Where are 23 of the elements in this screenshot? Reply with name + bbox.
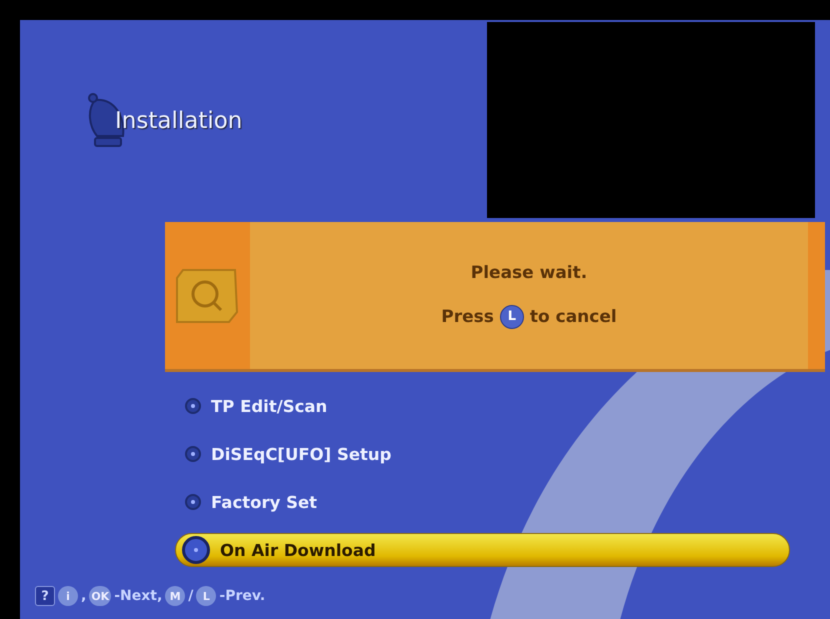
menu-item[interactable]: DiSEqC[UFO] Setup [175, 437, 790, 471]
bullet-icon [185, 398, 201, 414]
menu-item[interactable]: On Air Download [175, 533, 790, 567]
hint-text: -Next, [114, 588, 162, 604]
bullet-icon [185, 446, 201, 462]
magnifier-icon [175, 268, 239, 324]
cancel-label: Press [441, 306, 494, 326]
remote-key: i [58, 586, 78, 606]
screen-title: Installation [115, 108, 242, 134]
bullet-icon [182, 536, 210, 564]
cancel-label: to cancel [530, 306, 617, 326]
hint-text: / [188, 588, 194, 604]
bullet-icon [185, 494, 201, 510]
remote-key: L [196, 586, 216, 606]
remote-key: L [500, 304, 524, 328]
help-key: ? [35, 586, 55, 606]
remote-key: OK [89, 586, 112, 606]
wait-message: Please wait. [470, 262, 588, 282]
hint-text: -Prev. [219, 588, 266, 604]
menu-item[interactable]: TP Edit/Scan [175, 389, 790, 423]
remote-key: M [165, 586, 186, 606]
hint-text: , [81, 588, 86, 604]
menu-item[interactable]: Factory Set [175, 485, 790, 519]
